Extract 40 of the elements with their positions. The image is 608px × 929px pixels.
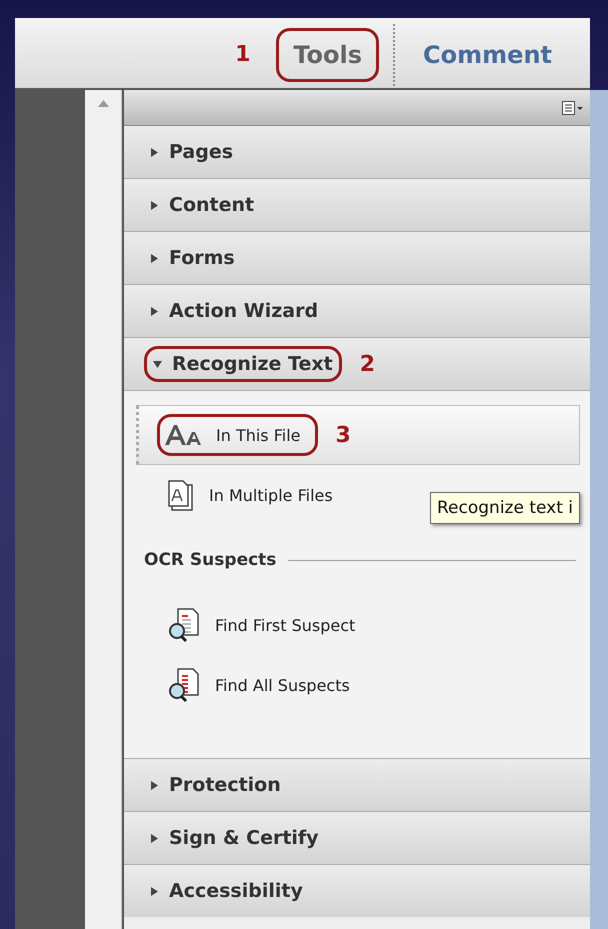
section-title: Accessibility: [169, 880, 303, 902]
section-header[interactable]: Recognize Text 2: [124, 338, 590, 391]
expand-arrow-icon[interactable]: [150, 834, 159, 842]
section-title: Pages: [169, 141, 234, 163]
section-header[interactable]: Forms: [124, 232, 590, 285]
section-header[interactable]: Accessibility: [124, 865, 590, 917]
callout-number: 3: [336, 422, 351, 448]
section-header[interactable]: Content: [124, 179, 590, 232]
expand-arrow-icon[interactable]: [150, 254, 159, 262]
section-title: Recognize Text: [172, 353, 333, 375]
callout-number: 2: [360, 352, 376, 376]
toolbar-tab[interactable]: Comment: [409, 30, 566, 78]
group-heading: OCR Suspects: [144, 550, 276, 570]
section-title: Action Wizard: [169, 300, 318, 322]
documents-icon: [167, 479, 195, 511]
toolbar-tab[interactable]: Tools: [279, 30, 376, 78]
section-header[interactable]: Sign & Certify: [124, 812, 590, 865]
section-header[interactable]: Protection: [124, 759, 590, 812]
section-header[interactable]: Pages: [124, 126, 590, 179]
options-menu-icon[interactable]: [562, 100, 584, 114]
tool-item[interactable]: In This File 3: [136, 405, 580, 465]
section-header[interactable]: Action Wizard: [124, 285, 590, 338]
section-title: Protection: [169, 774, 281, 796]
tool-item[interactable]: Find All Suspects: [136, 655, 580, 715]
section-title: Sign & Certify: [169, 827, 319, 849]
document-search-icon: [167, 667, 201, 703]
font-size-icon: [164, 423, 204, 447]
tooltip: Recognize text i: [430, 492, 580, 524]
highlight-ring: In This File: [157, 414, 318, 456]
section-title: Content: [169, 194, 254, 216]
expand-arrow-icon[interactable]: [150, 148, 159, 156]
expand-arrow-icon[interactable]: [150, 306, 159, 316]
expand-arrow-icon[interactable]: [150, 200, 159, 210]
document-search-icon: [167, 607, 201, 643]
collapse-arrow-icon[interactable]: [153, 360, 162, 368]
expand-arrow-icon[interactable]: [150, 886, 159, 896]
expand-arrow-icon[interactable]: [150, 780, 159, 790]
tool-item[interactable]: Find First Suspect: [136, 595, 580, 655]
callout-number: 1: [235, 42, 250, 67]
section-title: Forms: [169, 247, 235, 269]
